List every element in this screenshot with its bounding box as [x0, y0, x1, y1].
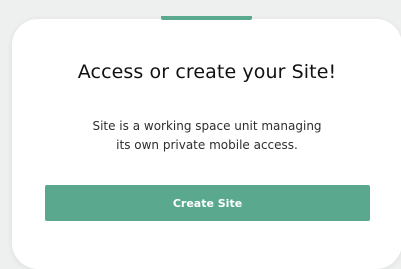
- description-line-2: its own private mobile access.: [116, 138, 298, 152]
- create-site-button[interactable]: Create Site: [45, 185, 370, 221]
- card-accent-bar: [161, 16, 252, 20]
- description-line-1: Site is a working space unit managing: [92, 119, 322, 133]
- dialog-title: Access or create your Site!: [77, 61, 337, 83]
- dialog-description: Site is a working space unit managing it…: [12, 117, 401, 155]
